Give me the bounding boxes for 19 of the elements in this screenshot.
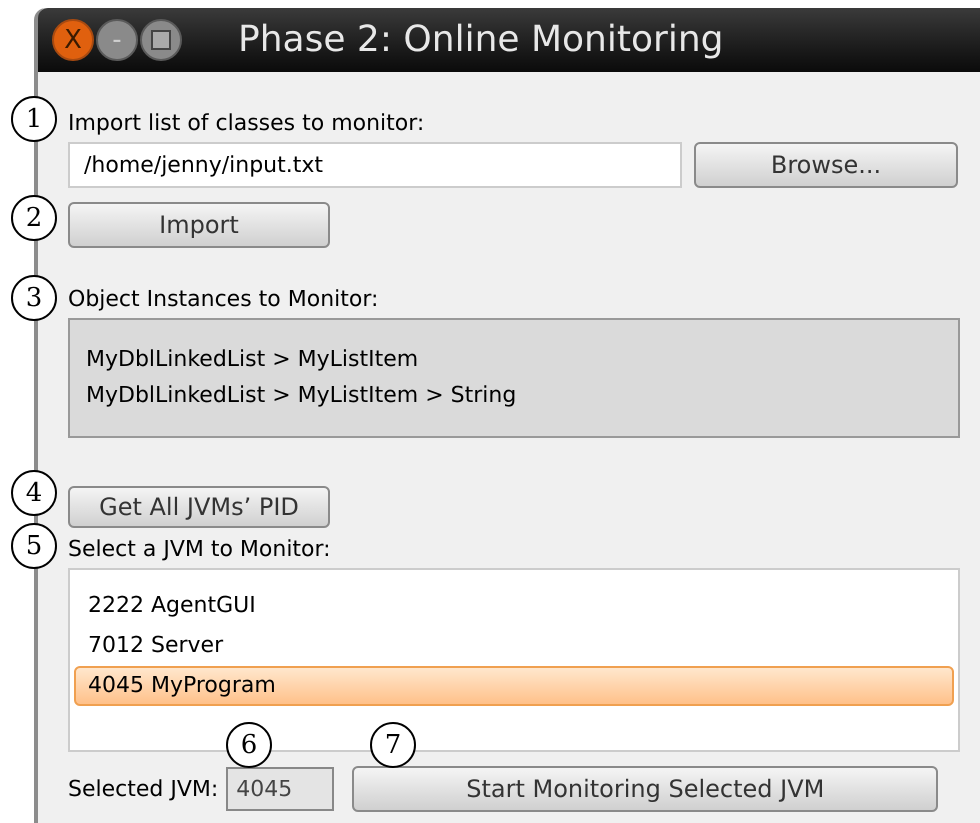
instance-entry: MyDblLinkedList > MyListItem (86, 346, 420, 374)
close-button[interactable]: X (52, 19, 94, 61)
jvm-label: Select a JVM to Monitor: (68, 536, 332, 564)
start-monitoring-button[interactable]: Start Monitoring Selected JVM (352, 766, 938, 812)
jvm-list-item[interactable]: 7012 Server (74, 626, 954, 666)
get-pids-button[interactable]: Get All JVMs’ PID (68, 486, 330, 528)
import-label: Import list of classes to monitor: (68, 110, 426, 138)
square-icon (151, 30, 171, 50)
import-button[interactable]: Import (68, 202, 330, 248)
jvm-list-item[interactable]: 4045 MyProgram (74, 666, 954, 706)
selected-jvm-field[interactable]: 4045 (226, 767, 334, 811)
window-title: Phase 2: Online Monitoring (238, 18, 724, 62)
jvm-list-item[interactable]: 2222 AgentGUI (74, 586, 954, 626)
maximize-button[interactable] (140, 19, 182, 61)
browse-button[interactable]: Browse... (694, 142, 958, 188)
selected-jvm-label: Selected JVM: (68, 776, 218, 804)
instances-label: Object Instances to Monitor: (68, 286, 380, 314)
path-field[interactable]: /home/jenny/input.txt (68, 142, 682, 188)
instance-entry: MyDblLinkedList > MyListItem > String (86, 382, 518, 410)
